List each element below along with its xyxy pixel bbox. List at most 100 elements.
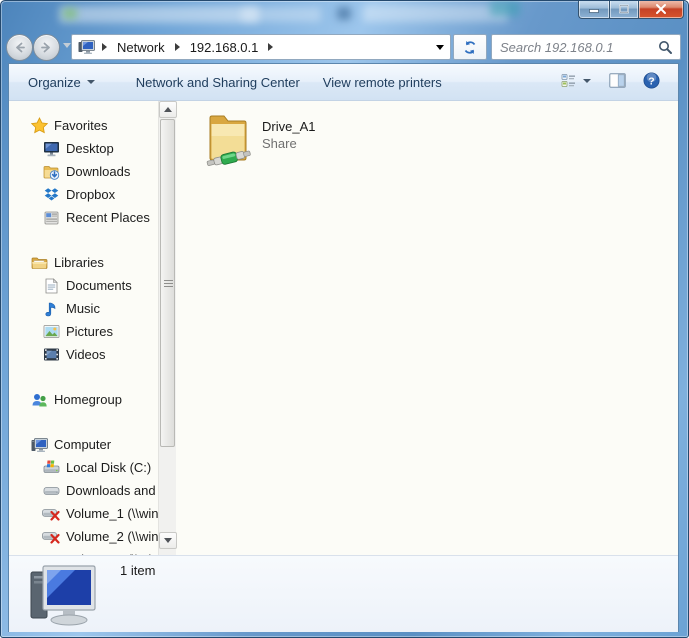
sidebar-item-volume-2[interactable]: Volume_2 (\\win (9, 525, 182, 548)
blurred-background-window (63, 8, 77, 19)
file-tile-drive-a1[interactable]: Drive_A1 Share (199, 109, 429, 173)
sidebar-item-recent-places[interactable]: Recent Places (9, 206, 182, 229)
network-computer-icon (78, 39, 95, 55)
svg-text:?: ? (648, 75, 654, 87)
view-remote-printers-button[interactable]: View remote printers (317, 71, 448, 94)
back-button[interactable] (6, 34, 33, 61)
sidebar-item-label: Dropbox (66, 187, 115, 202)
star-icon (30, 117, 48, 135)
computer-details-icon (27, 562, 105, 630)
sidebar-item-documents[interactable]: Documents (9, 274, 182, 297)
window-controls (578, 0, 684, 19)
help-button[interactable]: ? (639, 69, 664, 92)
network-sharing-center-label: Network and Sharing Center (136, 75, 300, 90)
sidebar-item-label: Music (66, 301, 100, 316)
sidebar-item-dropbox[interactable]: Dropbox (9, 183, 182, 206)
address-bar[interactable]: Network 192.168.0.1 (71, 34, 451, 60)
search-box (491, 34, 681, 60)
scrollbar-grip-icon (164, 280, 173, 287)
blurred-background-window (241, 7, 321, 22)
sidebar-group-gap (9, 411, 182, 433)
scroll-down-icon (164, 538, 172, 543)
network-drive-error-icon (42, 528, 60, 546)
scrollbar-thumb[interactable] (160, 119, 175, 447)
file-tile-text: Drive_A1 Share (262, 112, 315, 170)
sidebar-item-pictures[interactable]: Pictures (9, 320, 182, 343)
sidebar-item-local-disk-c[interactable]: Local Disk (C:) (9, 456, 182, 479)
preview-pane-button[interactable] (605, 70, 630, 91)
close-button[interactable] (639, 0, 684, 19)
sidebar-item-videos[interactable]: Videos (9, 343, 182, 366)
local-disk-icon (42, 459, 60, 477)
chevron-down-icon (583, 79, 591, 83)
organize-label: Organize (28, 75, 81, 90)
sidebar-item-label: Libraries (54, 255, 104, 270)
close-icon (655, 4, 667, 15)
blurred-background-window (337, 7, 351, 20)
organize-button[interactable]: Organize (22, 71, 101, 94)
sidebar-item-favorites[interactable]: Favorites (9, 114, 182, 137)
sidebar-item-desktop[interactable]: Desktop (9, 137, 182, 160)
scroll-down-button[interactable] (159, 532, 177, 549)
sidebar-item-volume-3[interactable]: Volume_3 (\\win (9, 548, 182, 555)
help-icon: ? (643, 72, 660, 89)
sidebar-item-label: Volume_2 (\\win (66, 529, 159, 544)
client-area: Organize Network and Sharing Center View… (8, 63, 679, 632)
recent-pages-dropdown-icon[interactable] (63, 43, 71, 48)
blurred-background-window (59, 6, 259, 23)
sidebar-item-volume-1[interactable]: Volume_1 (\\win (9, 502, 182, 525)
document-icon (42, 277, 60, 295)
breadcrumb-segment-host[interactable]: 192.168.0.1 (187, 40, 262, 55)
shared-folder-icon (202, 112, 254, 170)
file-type-label: Share (262, 135, 315, 152)
explorer-body: Favorites Desktop Downloads (9, 101, 678, 555)
sidebar-item-music[interactable]: Music (9, 297, 182, 320)
sidebar-item-label: Local Disk (C:) (66, 460, 151, 475)
sidebar-item-label: Pictures (66, 324, 113, 339)
forward-arrow-icon (40, 42, 53, 53)
sidebar-item-downloads[interactable]: Downloads (9, 160, 182, 183)
blurred-background-window (490, 1, 520, 16)
sidebar-item-homegroup[interactable]: Homegroup (9, 388, 182, 411)
drive-icon (42, 482, 60, 500)
sidebar-item-label: Downloads and N (66, 483, 169, 498)
details-pane: 1 item (9, 555, 678, 632)
libraries-icon (30, 254, 48, 272)
sidebar-item-downloads-drive[interactable]: Downloads and N (9, 479, 182, 502)
scroll-up-button[interactable] (159, 101, 177, 118)
address-dropdown-icon[interactable] (436, 45, 444, 50)
network-sharing-center-button[interactable]: Network and Sharing Center (130, 71, 306, 94)
sidebar-item-label: Volume_1 (\\win (66, 506, 159, 521)
pictures-icon (42, 323, 60, 341)
breadcrumb-separator-icon[interactable] (102, 43, 107, 51)
item-count-status: 1 item (120, 563, 155, 578)
breadcrumb-separator-icon[interactable] (175, 43, 180, 51)
sidebar-item-label: Favorites (54, 118, 107, 133)
file-list-area[interactable]: Drive_A1 Share (182, 101, 678, 555)
sidebar-group-gap (9, 229, 182, 251)
downloads-icon (42, 163, 60, 181)
sidebar-item-label: Homegroup (54, 392, 122, 407)
sidebar-item-label: Videos (66, 347, 106, 362)
sidebar-item-label: Recent Places (66, 210, 150, 225)
breadcrumb-segment-network[interactable]: Network (114, 40, 168, 55)
homegroup-icon (30, 391, 48, 409)
minimize-icon (589, 5, 600, 14)
sidebar-item-computer[interactable]: Computer (9, 433, 182, 456)
sidebar-item-libraries[interactable]: Libraries (9, 251, 182, 274)
change-view-button[interactable] (556, 69, 596, 92)
maximize-button[interactable] (609, 0, 639, 19)
breadcrumb-separator-icon[interactable] (268, 43, 273, 51)
search-icon[interactable] (658, 40, 673, 55)
toolbar-right-icons: ? (556, 69, 664, 92)
forward-button[interactable] (33, 34, 60, 61)
network-drive-error-icon (42, 505, 60, 523)
blurred-background-window (363, 5, 508, 22)
title-bar[interactable] (1, 1, 689, 31)
desktop-icon (42, 140, 60, 158)
refresh-button[interactable] (453, 34, 487, 60)
music-icon (42, 300, 60, 318)
search-input[interactable] (492, 35, 680, 59)
minimize-button[interactable] (578, 0, 609, 19)
sidebar-scrollbar[interactable] (158, 101, 176, 555)
